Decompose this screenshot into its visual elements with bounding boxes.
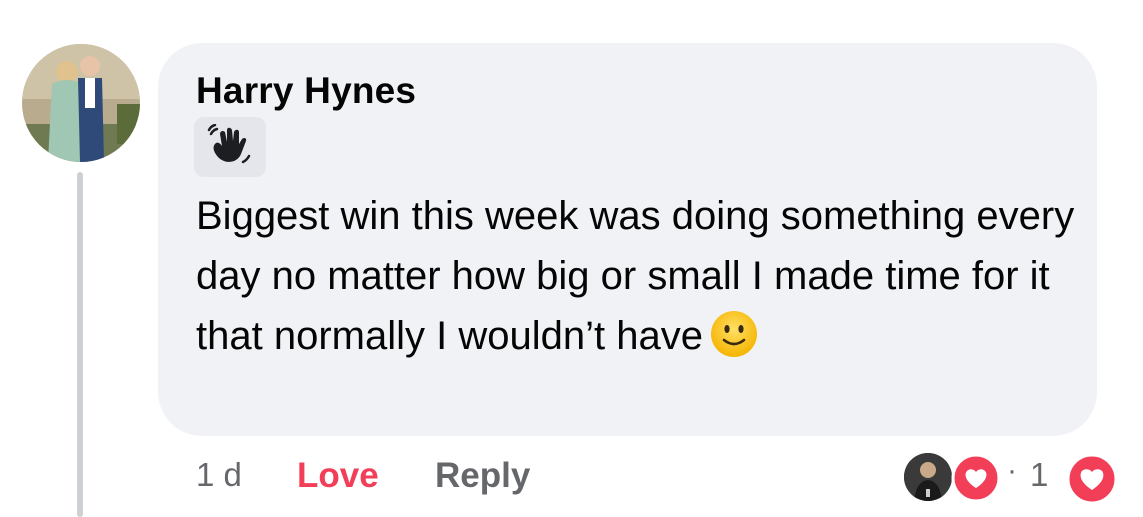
waving-hand-icon bbox=[194, 117, 266, 177]
comment-text: Biggest win this week was doing somethin… bbox=[196, 186, 1076, 366]
comment-actions: 1 d Love Reply · 1 bbox=[0, 450, 1143, 505]
comment-timestamp[interactable]: 1 d bbox=[196, 456, 242, 494]
slightly-smiling-face-icon bbox=[709, 309, 759, 359]
heart-icon[interactable] bbox=[951, 453, 1001, 503]
reaction-separator: · bbox=[1007, 454, 1017, 487]
comment-thread: Harry Hynes Biggest win this week was do… bbox=[0, 0, 1143, 517]
reply-button[interactable]: Reply bbox=[435, 456, 530, 496]
love-reaction-icon[interactable] bbox=[1066, 453, 1118, 505]
reactor-avatar[interactable] bbox=[904, 453, 952, 501]
comment-text-content: Biggest win this week was doing somethin… bbox=[196, 194, 1075, 358]
avatar[interactable] bbox=[22, 44, 140, 162]
love-button[interactable]: Love bbox=[297, 456, 379, 496]
reaction-count[interactable]: 1 bbox=[1030, 456, 1048, 494]
comment-author[interactable]: Harry Hynes bbox=[196, 70, 416, 112]
